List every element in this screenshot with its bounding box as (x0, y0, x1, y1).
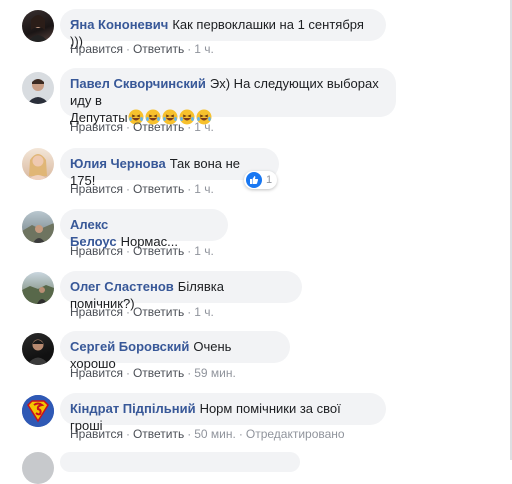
reply-link[interactable]: Ответить (133, 305, 184, 319)
comment-time[interactable]: 1 ч. (194, 244, 214, 258)
comment-bubble: Алекс Белоус Нормас... (60, 209, 228, 249)
avatar[interactable] (22, 148, 54, 180)
like-link[interactable]: Нравится (70, 42, 123, 56)
reaction-count: 1 (266, 174, 273, 186)
comment-time[interactable]: 1 ч. (194, 182, 214, 196)
like-link[interactable]: Нравится (70, 305, 123, 319)
reply-link[interactable]: Ответить (133, 42, 184, 56)
avatar[interactable] (22, 272, 54, 304)
comment-author[interactable]: Юлия Чернова (70, 156, 166, 171)
comment-actions: Нравится · Ответить · 50 мин. · Отредактирован… (70, 427, 345, 441)
comment-bubble: Кіндрат Підпільний Норм помічники за свої… (60, 393, 386, 433)
comment-bubble: Павел Скворчинский Эх) На следующих выбор… (60, 68, 396, 125)
avatar[interactable] (22, 395, 54, 427)
comment-actions: Нравится · Ответить · 1 ч. (70, 244, 214, 258)
comment-author[interactable]: Сергей Боровский (70, 339, 189, 354)
reply-link[interactable]: Ответить (133, 427, 184, 441)
avatar-photo-icon (28, 15, 48, 42)
avatar[interactable] (22, 10, 54, 42)
comment-actions: Нравится · Ответить · 1 ч. (70, 182, 214, 196)
comment-bubble: Сергей Боровский Очень хорошо (60, 331, 290, 371)
comment-time[interactable]: 1 ч. (194, 120, 214, 134)
reply-link[interactable]: Ответить (133, 244, 184, 258)
comment-author[interactable]: Яна Кононевич (70, 17, 168, 32)
comment-bubble: Олег Сластенов Білявка помічник?) (60, 271, 302, 311)
avatar-photo-icon (28, 154, 48, 180)
like-link[interactable]: Нравится (70, 427, 123, 441)
comment-actions: Нравится · Ответить · 1 ч. (70, 42, 214, 56)
like-reaction-icon (246, 172, 262, 188)
comment-author[interactable]: Кіндрат Підпільний (70, 401, 196, 416)
comment-time[interactable]: 1 ч. (194, 42, 214, 56)
comment-actions: Нравится · Ответить · 59 мин. (70, 366, 236, 380)
reply-link[interactable]: Ответить (133, 366, 184, 380)
avatar-photo-icon (27, 79, 49, 104)
comment-author[interactable]: Олег Сластенов (70, 279, 174, 294)
comment-actions: Нравится · Ответить · 1 ч. (70, 120, 214, 134)
comment-bubble: Яна Кононевич Как первоклашки на 1 сентяб… (60, 9, 386, 49)
avatar-photo-icon (22, 223, 54, 243)
superman-logo-icon (22, 395, 54, 427)
comment-time[interactable]: 50 мин. (194, 427, 236, 441)
avatar[interactable] (22, 211, 54, 243)
avatar-photo-icon (22, 285, 54, 304)
comment-author[interactable]: Павел Скворчинский (70, 76, 206, 91)
reply-link[interactable]: Ответить (133, 120, 184, 134)
avatar[interactable] (22, 452, 54, 484)
reply-link[interactable]: Ответить (133, 182, 184, 196)
comment-actions: Нравится · Ответить · 1 ч. (70, 305, 214, 319)
comment-bubble (60, 452, 300, 472)
avatar[interactable] (22, 72, 54, 104)
like-link[interactable]: Нравится (70, 182, 123, 196)
like-link[interactable]: Нравится (70, 244, 123, 258)
avatar[interactable] (22, 333, 54, 365)
reaction-summary[interactable]: 1 (244, 171, 278, 189)
like-link[interactable]: Нравится (70, 366, 123, 380)
avatar-photo-icon (27, 339, 49, 365)
comment-time[interactable]: 59 мин. (194, 366, 236, 380)
comment-time[interactable]: 1 ч. (194, 305, 214, 319)
like-link[interactable]: Нравится (70, 120, 123, 134)
edited-label[interactable]: Отредактировано (246, 427, 345, 441)
